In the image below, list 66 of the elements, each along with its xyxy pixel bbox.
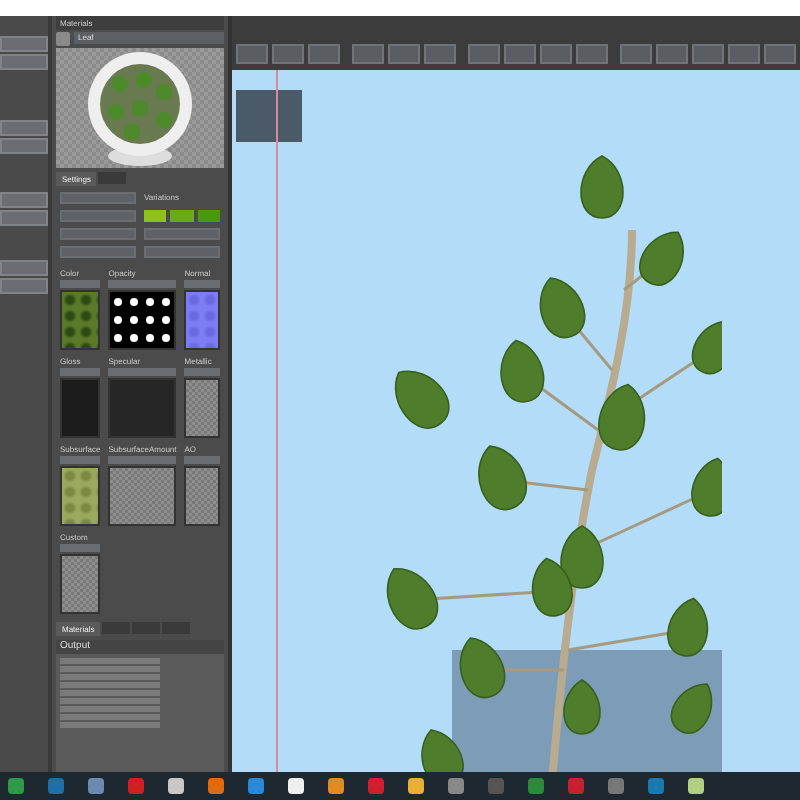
- toolbar-button[interactable]: [272, 44, 304, 64]
- toolbar-button[interactable]: [468, 44, 500, 64]
- app-icon[interactable]: [368, 778, 384, 794]
- tab[interactable]: [102, 622, 131, 634]
- toolbar-button[interactable]: [656, 44, 688, 64]
- app-icon[interactable]: [608, 778, 624, 794]
- toolbar-button[interactable]: [620, 44, 652, 64]
- dropdown[interactable]: [60, 368, 101, 376]
- texture-thumbnail[interactable]: [60, 554, 101, 614]
- toolbar-button[interactable]: [504, 44, 536, 64]
- texture-thumbnail[interactable]: [184, 378, 220, 438]
- toolbar-button[interactable]: [352, 44, 384, 64]
- texture-thumbnail[interactable]: [60, 378, 101, 438]
- side-button[interactable]: [0, 36, 48, 52]
- texture-thumbnail[interactable]: [108, 290, 177, 350]
- side-button[interactable]: [0, 260, 48, 276]
- dropdown[interactable]: [184, 456, 220, 464]
- texture-thumbnail[interactable]: [60, 466, 101, 526]
- dropdown[interactable]: [60, 280, 101, 288]
- toolbar-button[interactable]: [308, 44, 340, 64]
- texture-thumbnail[interactable]: [184, 466, 220, 526]
- toolbar-button[interactable]: [424, 44, 456, 64]
- app-icon[interactable]: [8, 778, 24, 794]
- app-icon[interactable]: [448, 778, 464, 794]
- texture-thumbnail[interactable]: [108, 378, 177, 438]
- side-button[interactable]: [0, 54, 48, 70]
- side-button[interactable]: [0, 138, 48, 154]
- app-icon[interactable]: [168, 778, 184, 794]
- app-icon[interactable]: [288, 778, 304, 794]
- toolbar-button[interactable]: [236, 44, 268, 64]
- side-button[interactable]: [0, 278, 48, 294]
- toolbar-button[interactable]: [692, 44, 724, 64]
- toolbar-button[interactable]: [576, 44, 608, 64]
- toolbar-button[interactable]: [728, 44, 760, 64]
- app-icon[interactable]: [88, 778, 104, 794]
- texture-thumbnail[interactable]: [108, 466, 177, 526]
- color-swatch[interactable]: [197, 210, 220, 222]
- color-swatch[interactable]: [144, 210, 167, 222]
- dropdown[interactable]: [184, 368, 220, 376]
- side-button[interactable]: [0, 120, 48, 136]
- dropdown[interactable]: [184, 280, 220, 288]
- tab[interactable]: [98, 172, 127, 184]
- app-icon[interactable]: [328, 778, 344, 794]
- info-overlay: [236, 90, 302, 142]
- dropdown[interactable]: [60, 456, 101, 464]
- app-icon[interactable]: [528, 778, 544, 794]
- viewport[interactable]: [228, 16, 800, 772]
- dropdown[interactable]: [60, 544, 101, 552]
- app-icon[interactable]: [568, 778, 584, 794]
- app-icon[interactable]: [208, 778, 224, 794]
- toolbar-button[interactable]: [540, 44, 572, 64]
- app-icon[interactable]: [48, 778, 64, 794]
- side-button[interactable]: [0, 210, 48, 226]
- app-icon[interactable]: [408, 778, 424, 794]
- app-icon[interactable]: [128, 778, 144, 794]
- input-field[interactable]: [144, 246, 220, 258]
- toolbar-button[interactable]: [764, 44, 796, 64]
- app-icon[interactable]: [248, 778, 264, 794]
- app-icon[interactable]: [688, 778, 704, 794]
- side-button[interactable]: [0, 192, 48, 208]
- texture-thumbnail[interactable]: [60, 290, 101, 350]
- color-swatch[interactable]: [170, 210, 194, 222]
- texture-thumbnail[interactable]: [184, 290, 220, 350]
- toolbar-button[interactable]: [388, 44, 420, 64]
- dropdown[interactable]: [60, 246, 136, 258]
- app-icon[interactable]: [648, 778, 664, 794]
